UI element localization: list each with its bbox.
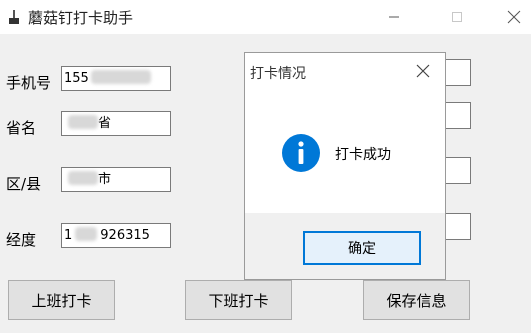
phone-value: 155 xyxy=(64,71,89,86)
redacted-mask xyxy=(68,115,98,129)
close-icon xyxy=(507,10,521,24)
longitude-label: 经度 xyxy=(6,231,37,249)
info-icon xyxy=(282,134,320,172)
longitude-prefix: 1 xyxy=(64,228,73,243)
right-input-2[interactable] xyxy=(444,102,471,129)
province-value: 省 xyxy=(98,116,112,131)
close-button[interactable] xyxy=(497,0,531,34)
province-field[interactable]: 省 xyxy=(61,111,171,136)
redacted-mask xyxy=(90,70,151,84)
district-field[interactable]: 市 xyxy=(61,167,171,192)
dialog-footer: 确定 xyxy=(245,213,445,279)
province-label: 省名 xyxy=(6,119,37,137)
message-dialog: 打卡情况 打卡成功 确定 xyxy=(244,52,446,280)
district-label: 区/县 xyxy=(6,175,42,193)
district-value: 市 xyxy=(98,172,112,187)
broom-icon xyxy=(9,10,19,24)
phone-label: 手机号 xyxy=(6,74,52,92)
minimize-button[interactable] xyxy=(371,0,417,34)
redacted-mask xyxy=(75,227,98,241)
maximize-icon xyxy=(452,12,462,22)
dialog-message: 打卡成功 xyxy=(335,147,391,163)
longitude-suffix: 926315 xyxy=(100,228,150,243)
clock-out-button[interactable]: 下班打卡 xyxy=(185,280,292,320)
ok-button[interactable]: 确定 xyxy=(303,231,421,265)
window-title: 蘑菇钉打卡助手 xyxy=(28,9,134,27)
minimize-icon xyxy=(389,16,399,18)
right-input-4[interactable] xyxy=(444,213,471,240)
maximize-button[interactable] xyxy=(434,0,480,34)
right-input-1[interactable] xyxy=(444,59,471,86)
dialog-title: 打卡情况 xyxy=(250,66,306,82)
dialog-close-icon[interactable] xyxy=(415,63,431,79)
save-info-button[interactable]: 保存信息 xyxy=(363,280,470,320)
title-bar: 蘑菇钉打卡助手 xyxy=(0,0,531,34)
longitude-field[interactable]: 1 926315 xyxy=(61,223,171,248)
right-input-3[interactable] xyxy=(444,157,471,184)
phone-field[interactable]: 155 xyxy=(61,66,171,91)
clock-in-button[interactable]: 上班打卡 xyxy=(8,280,115,320)
redacted-mask xyxy=(68,171,98,185)
